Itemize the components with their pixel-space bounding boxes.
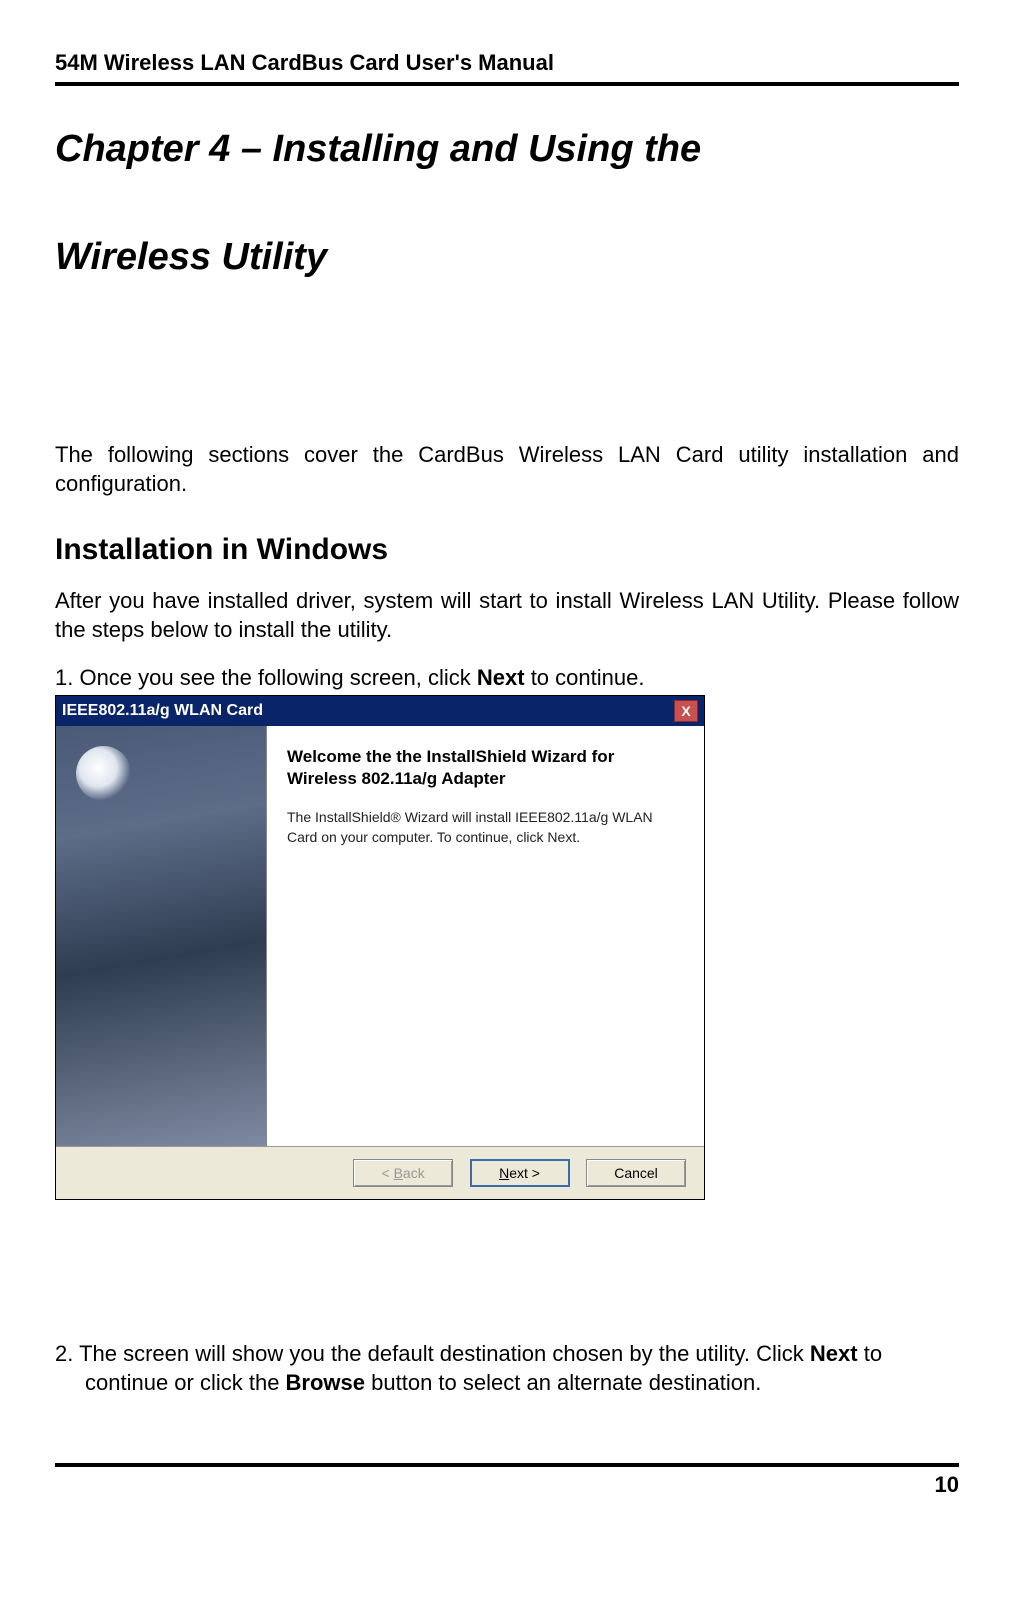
installshield-dialog: IEEE802.11a/g WLAN Card X Welcome the th… — [55, 695, 705, 1200]
dialog-title: IEEE802.11a/g WLAN Card — [62, 702, 263, 720]
chapter-title-line2: Wireless Utility — [55, 234, 959, 282]
back-underline: B — [394, 1165, 403, 1181]
sidebar-glow-icon — [76, 746, 131, 801]
next-rest: ext > — [509, 1165, 540, 1181]
page-footer: 10 — [55, 1463, 959, 1498]
back-lt: < — [381, 1165, 393, 1181]
step1-suffix: to continue. — [525, 665, 645, 690]
section-intro: After you have installed driver, system … — [55, 587, 959, 644]
document-header: 54M Wireless LAN CardBus Card User's Man… — [55, 50, 959, 82]
step1-prefix: 1. Once you see the following screen, cl… — [55, 665, 477, 690]
step2-bold1: Next — [810, 1341, 858, 1366]
intro-paragraph: The following sections cover the CardBus… — [55, 441, 959, 498]
footer-rule — [55, 1463, 959, 1467]
header-rule — [55, 82, 959, 86]
dialog-body: Welcome the the InstallShield Wizard for… — [56, 726, 704, 1146]
dialog-heading: Welcome the the InstallShield Wizard for… — [287, 746, 684, 790]
step-1: 1. Once you see the following screen, cl… — [55, 664, 959, 693]
dialog-content: Welcome the the InstallShield Wizard for… — [267, 726, 704, 1146]
dialog-button-row: < Back Next > Cancel — [56, 1146, 704, 1199]
step1-bold: Next — [477, 665, 525, 690]
dialog-sidebar-image — [56, 726, 267, 1146]
dialog-titlebar: IEEE802.11a/g WLAN Card X — [56, 696, 704, 726]
next-button[interactable]: Next > — [470, 1159, 570, 1187]
back-button: < Back — [353, 1159, 453, 1187]
step2-prefix: 2. The screen will show you the default … — [55, 1341, 810, 1366]
section-title: Installation in Windows — [55, 533, 959, 567]
chapter-title-line1: Chapter 4 – Installing and Using the — [55, 126, 959, 174]
back-rest: ack — [403, 1165, 425, 1181]
page-number: 10 — [55, 1472, 959, 1498]
dialog-body-text: The InstallShield® Wizard will install I… — [287, 808, 684, 847]
cancel-button[interactable]: Cancel — [586, 1159, 686, 1187]
close-icon[interactable]: X — [674, 700, 698, 722]
step2-suffix: button to select an alternate destinatio… — [365, 1370, 761, 1395]
next-underline: N — [499, 1165, 509, 1181]
step2-bold2: Browse — [286, 1370, 365, 1395]
step-2: 2. The screen will show you the default … — [55, 1340, 959, 1397]
chapter-title: Chapter 4 – Installing and Using the Wir… — [55, 126, 959, 281]
